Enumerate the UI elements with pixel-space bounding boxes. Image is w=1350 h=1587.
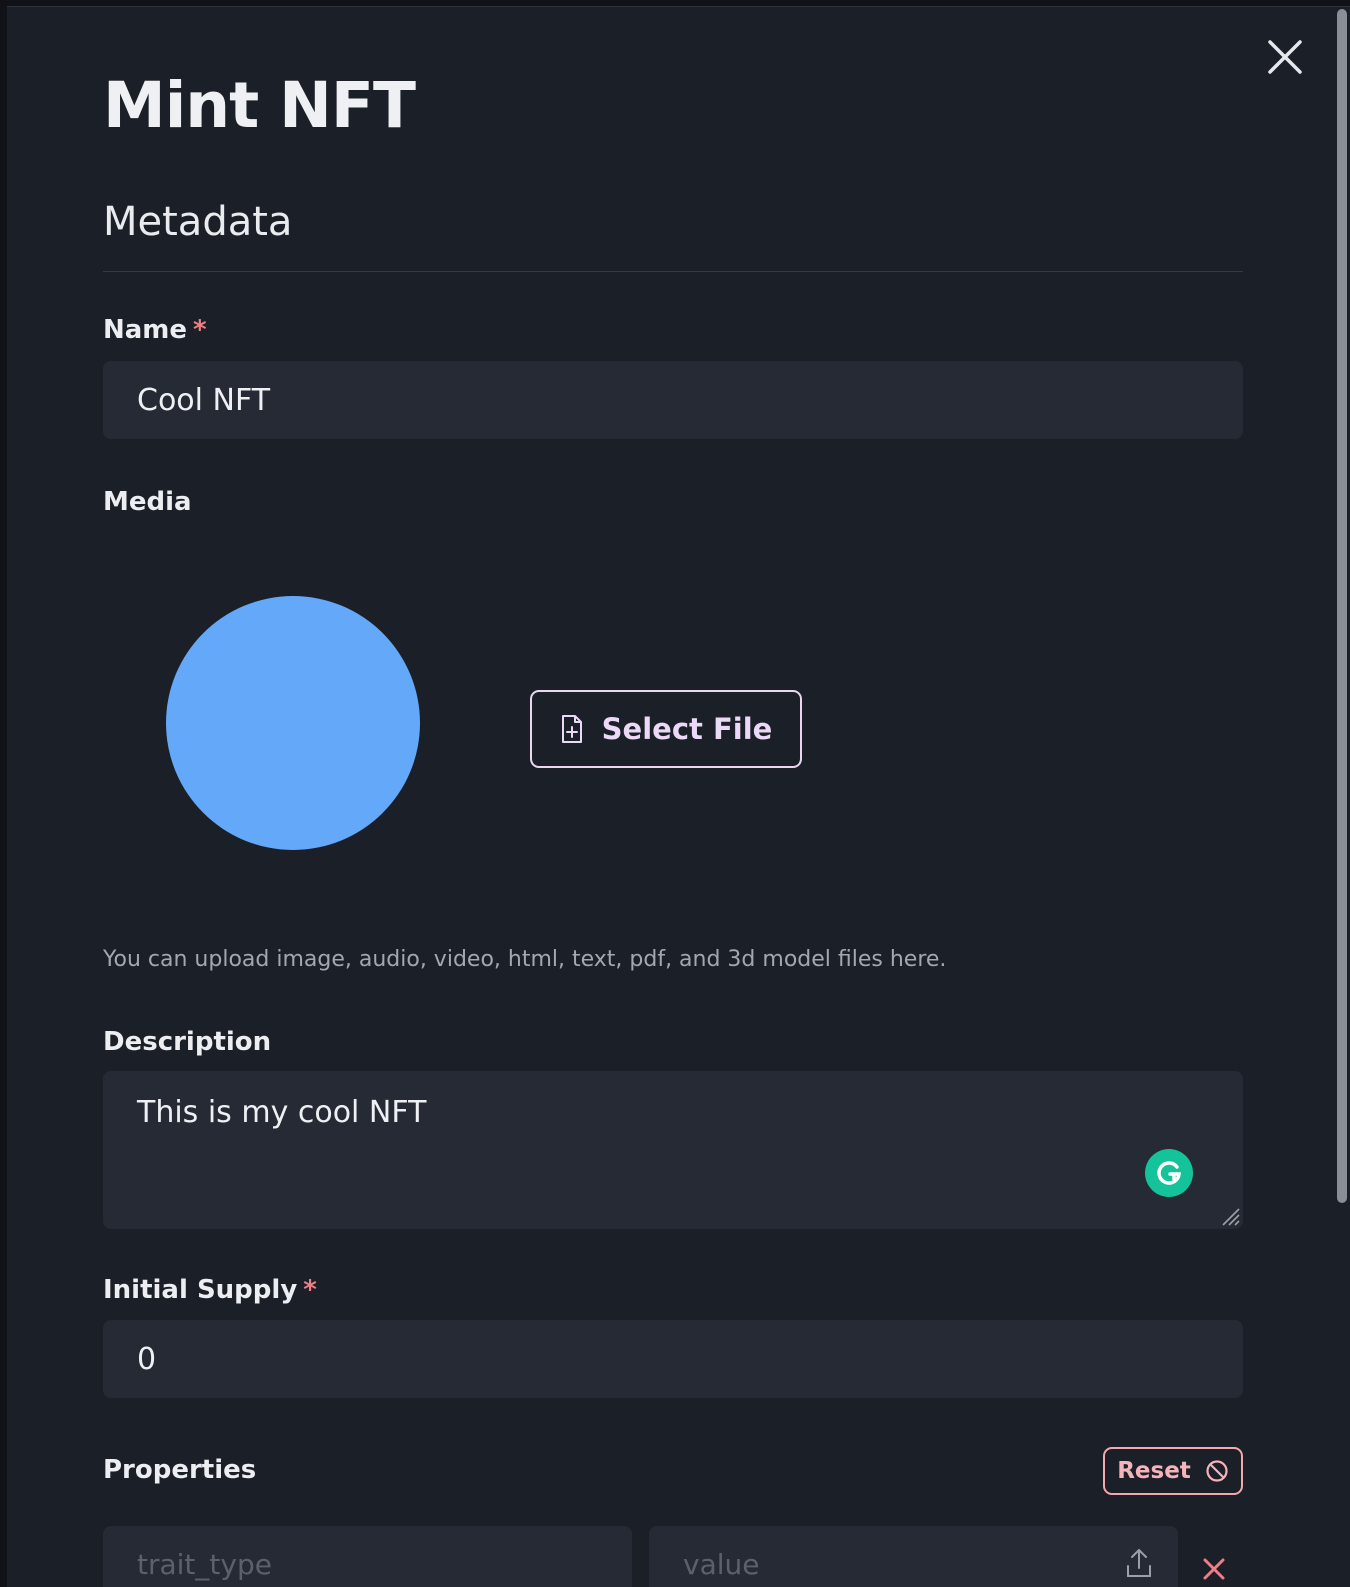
required-marker: *	[303, 1275, 317, 1305]
media-label: Media	[103, 487, 192, 517]
trait-value-placeholder: value	[683, 1548, 760, 1581]
reset-label: Reset	[1117, 1458, 1191, 1484]
trait-type-input[interactable]: trait_type	[103, 1526, 632, 1587]
remove-icon[interactable]	[1199, 1552, 1229, 1582]
trait-type-placeholder: trait_type	[137, 1548, 272, 1581]
select-file-button[interactable]: Select File	[530, 690, 802, 768]
media-preview	[166, 596, 420, 850]
reset-button[interactable]: Reset	[1103, 1447, 1243, 1495]
name-input[interactable]: Cool NFT	[103, 361, 1243, 439]
close-button[interactable]	[1265, 37, 1305, 77]
properties-label: Properties	[103, 1455, 257, 1485]
grammarly-button[interactable]	[1145, 1149, 1193, 1197]
section-heading-metadata: Metadata	[103, 199, 293, 245]
initial-supply-input[interactable]: 0	[103, 1320, 1243, 1398]
grammarly-icon	[1157, 1161, 1181, 1185]
ban-icon	[1206, 1460, 1228, 1482]
name-label: Name *	[103, 315, 207, 345]
mint-nft-modal: Mint NFT Metadata Name * Cool NFT Media S…	[7, 6, 1350, 1587]
description-value: This is my cool NFT	[137, 1095, 427, 1130]
name-input-value: Cool NFT	[137, 382, 271, 418]
close-icon	[1268, 40, 1302, 74]
section-divider	[103, 271, 1243, 272]
name-label-text: Name	[103, 315, 188, 345]
description-textarea[interactable]: This is my cool NFT	[103, 1071, 1243, 1229]
scrollbar[interactable]	[1334, 9, 1348, 1585]
file-plus-icon	[561, 715, 582, 743]
resize-handle-icon[interactable]	[1217, 1203, 1241, 1227]
initial-supply-label-text: Initial Supply	[103, 1275, 298, 1305]
initial-supply-value: 0	[137, 1341, 157, 1377]
trait-value-input[interactable]: value	[649, 1526, 1178, 1587]
modal-title: Mint NFT	[103, 69, 416, 142]
description-label: Description	[103, 1027, 272, 1057]
media-helper-text: You can upload image, audio, video, html…	[103, 947, 947, 972]
upload-icon[interactable]	[1124, 1546, 1154, 1580]
select-file-label: Select File	[601, 712, 773, 746]
scrollbar-thumb[interactable]	[1337, 9, 1347, 1203]
initial-supply-label: Initial Supply *	[103, 1275, 317, 1305]
required-marker: *	[193, 315, 207, 345]
